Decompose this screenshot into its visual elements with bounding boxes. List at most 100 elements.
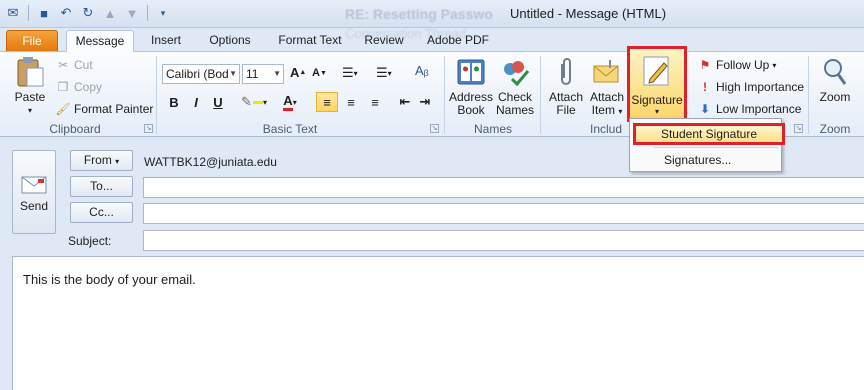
decrease-indent-icon[interactable]: ⇤ (396, 92, 414, 112)
signature-label: Signature (631, 93, 683, 107)
subject-field[interactable] (143, 230, 864, 251)
tab-message[interactable]: Message (66, 30, 134, 52)
underline-icon[interactable]: U (210, 92, 226, 112)
title-bar: ✉ ■ ↶ ↻ ▲ ▼ ▾ RE: Resetting Passwo Untit… (0, 0, 864, 28)
signature-button[interactable]: Signature ▾ (627, 46, 687, 122)
font-color-icon[interactable]: A ▾ (276, 92, 304, 112)
paintbrush-icon: 🖌 (55, 102, 71, 116)
bullets-icon[interactable]: ☰ ▾ (342, 65, 358, 81)
from-address: WATTBK12@juniata.edu (144, 155, 277, 169)
follow-up-label: Follow Up (716, 58, 770, 72)
font-size-box[interactable]: 11 ▼ (242, 64, 284, 84)
align-left-icon[interactable]: ≡ (316, 92, 338, 112)
font-size-value: 11 (246, 67, 259, 81)
attach-item-button[interactable]: Attach Item ▾ (588, 56, 626, 118)
copy-button[interactable]: ❐ Copy (56, 80, 102, 94)
grow-font-icon[interactable]: A ▲ (290, 65, 306, 80)
align-center-icon[interactable]: ≡ (340, 92, 362, 112)
tab-adobe-pdf[interactable]: Adobe PDF (420, 30, 496, 52)
align-right-icon[interactable]: ≡ (364, 92, 386, 112)
down-arrow-icon[interactable]: ▼ (123, 4, 141, 22)
to-button[interactable]: To... (70, 176, 133, 197)
check-names-button[interactable]: Check Names (494, 56, 536, 117)
font-name-box[interactable]: Calibri (Bod ▼ (162, 64, 240, 84)
customize-qat-icon[interactable]: ▾ (154, 4, 172, 22)
send-envelope-icon (20, 175, 48, 195)
cc-button[interactable]: Cc... (70, 202, 133, 223)
font-name-value: Calibri (Bod (166, 67, 229, 81)
from-label: From (83, 153, 112, 167)
shrink-font-icon[interactable]: A ▼ (312, 67, 327, 79)
chevron-down-icon: ▾ (115, 157, 120, 166)
subject-label: Subject: (68, 234, 112, 248)
from-button[interactable]: From ▾ (70, 150, 133, 171)
signature-dropdown-menu: Student Signature Signatures... (629, 118, 785, 172)
send-label: Send (19, 199, 49, 213)
numbering-icon[interactable]: ☰ ▾ (376, 65, 392, 81)
follow-up-button[interactable]: ⚑ Follow Up ▾ (698, 58, 777, 72)
to-field[interactable] (143, 177, 864, 198)
attach-file-label-line2: File (556, 103, 576, 117)
basic-text-group-label: Basic Text (262, 122, 318, 136)
group-separator (444, 56, 445, 134)
high-importance-label: High Importance (716, 80, 805, 94)
menu-item-student-signature[interactable]: Student Signature (633, 123, 785, 145)
attach-item-label-line2: Item ▾ (588, 104, 626, 118)
signature-pencil-icon (642, 55, 672, 90)
exclamation-icon: ! (703, 80, 707, 94)
clear-formatting-icon[interactable]: Aᵦ (415, 63, 429, 78)
menu-item-signatures[interactable]: Signatures... (630, 151, 781, 169)
chevron-down-icon: ▼ (229, 69, 237, 78)
up-arrow-icon[interactable]: ▲ (101, 4, 119, 22)
menu-separator (654, 147, 778, 148)
tab-insert[interactable]: Insert (140, 30, 192, 52)
down-arrow-icon: ⬇ (699, 102, 711, 116)
tab-review[interactable]: Review (358, 30, 410, 52)
envelope-icon (591, 56, 623, 88)
chevron-down-icon: ▾ (654, 107, 659, 116)
attach-file-button[interactable]: Attach File (546, 56, 586, 117)
tab-format-text[interactable]: Format Text (270, 30, 350, 52)
zoom-label: Zoom (819, 90, 851, 104)
cc-field[interactable] (143, 203, 864, 224)
tab-options[interactable]: Options (200, 30, 260, 52)
bold-icon[interactable]: B (166, 92, 182, 112)
high-importance-button[interactable]: ! High Importance (698, 80, 804, 94)
paste-button[interactable]: Paste ▾ (8, 56, 52, 117)
body-text: This is the body of your email. (23, 272, 196, 287)
highlight-icon[interactable]: ✎ ▾ (236, 92, 272, 112)
undo-icon[interactable]: ↶ (57, 4, 75, 22)
dialog-launcher-icon[interactable]: ↘ (794, 124, 803, 133)
cut-button[interactable]: ✂ Cut (56, 58, 93, 72)
clipboard-group-label: Clipboard (49, 122, 101, 136)
message-body[interactable]: This is the body of your email. (12, 256, 864, 390)
check-names-label-line2: Names (495, 103, 534, 117)
dialog-launcher-icon[interactable]: ↘ (144, 124, 153, 133)
save-icon[interactable]: ■ (35, 4, 53, 22)
copy-icon: ❐ (57, 80, 69, 94)
tab-file[interactable]: File (6, 30, 58, 52)
clipboard-icon (14, 56, 46, 88)
italic-icon[interactable]: I (188, 92, 204, 112)
qat-separator (28, 5, 29, 21)
zoom-button[interactable]: Zoom (814, 56, 856, 104)
address-book-label-line2: Book (457, 103, 485, 117)
paperclip-icon (550, 56, 582, 88)
dialog-launcher-icon[interactable]: ↘ (430, 124, 439, 133)
group-separator (808, 56, 809, 134)
low-importance-button[interactable]: ⬇ Low Importance (698, 102, 801, 116)
increase-indent-icon[interactable]: ⇥ (416, 92, 434, 112)
send-button[interactable]: Send (12, 150, 56, 234)
redo-icon[interactable]: ↻ (79, 4, 97, 22)
quick-access-toolbar: ✉ ■ ↶ ↻ ▲ ▼ ▾ (4, 4, 172, 22)
background-window-title: RE: Resetting Passwo (345, 6, 493, 22)
format-painter-button[interactable]: 🖌 Format Painter (55, 102, 153, 116)
flag-icon: ⚑ (699, 58, 711, 72)
address-book-icon (455, 56, 487, 88)
address-book-button[interactable]: Address Book (448, 56, 494, 117)
magnifier-icon (819, 56, 851, 88)
check-names-icon (499, 56, 531, 88)
outlook-icon[interactable]: ✉ (4, 4, 22, 22)
paste-label: Paste (14, 90, 46, 104)
attach-item-label-text: Item (591, 103, 615, 117)
